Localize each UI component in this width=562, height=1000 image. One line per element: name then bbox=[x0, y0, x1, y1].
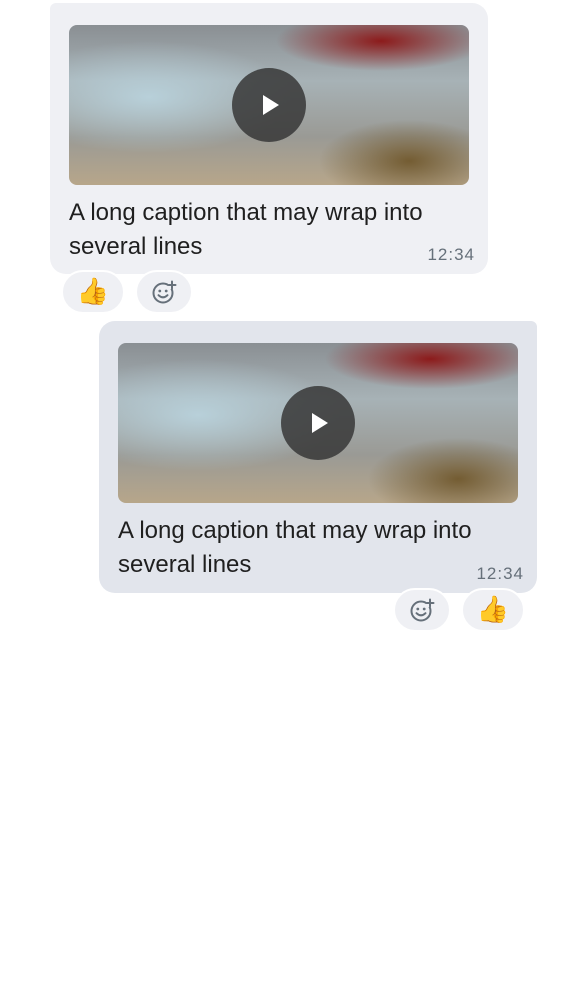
add-reaction-icon bbox=[152, 280, 177, 304]
message-bubble-incoming[interactable]: A long caption that may wrap into severa… bbox=[50, 3, 488, 274]
thumbs-up-icon: 👍 bbox=[476, 595, 510, 625]
message-caption: A long caption that may wrap into severa… bbox=[118, 517, 472, 578]
message-caption: A long caption that may wrap into severa… bbox=[69, 199, 423, 260]
add-reaction-button[interactable] bbox=[135, 270, 193, 314]
video-thumbnail[interactable] bbox=[69, 25, 469, 185]
add-reaction-icon bbox=[410, 598, 435, 622]
play-icon bbox=[263, 95, 279, 115]
play-icon bbox=[312, 413, 328, 433]
play-button[interactable] bbox=[281, 386, 355, 460]
message-timestamp: 12:34 bbox=[427, 245, 475, 264]
message-bubble-outgoing[interactable]: A long caption that may wrap into severa… bbox=[99, 321, 537, 593]
play-button[interactable] bbox=[232, 68, 306, 142]
thumbs-up-icon: 👍 bbox=[76, 277, 110, 307]
reaction-thumbs-up[interactable]: 👍 bbox=[461, 588, 525, 632]
video-thumbnail[interactable] bbox=[118, 343, 518, 503]
message-timestamp: 12:34 bbox=[476, 564, 524, 583]
add-reaction-button[interactable] bbox=[393, 588, 451, 632]
reaction-thumbs-up[interactable]: 👍 bbox=[61, 270, 125, 314]
